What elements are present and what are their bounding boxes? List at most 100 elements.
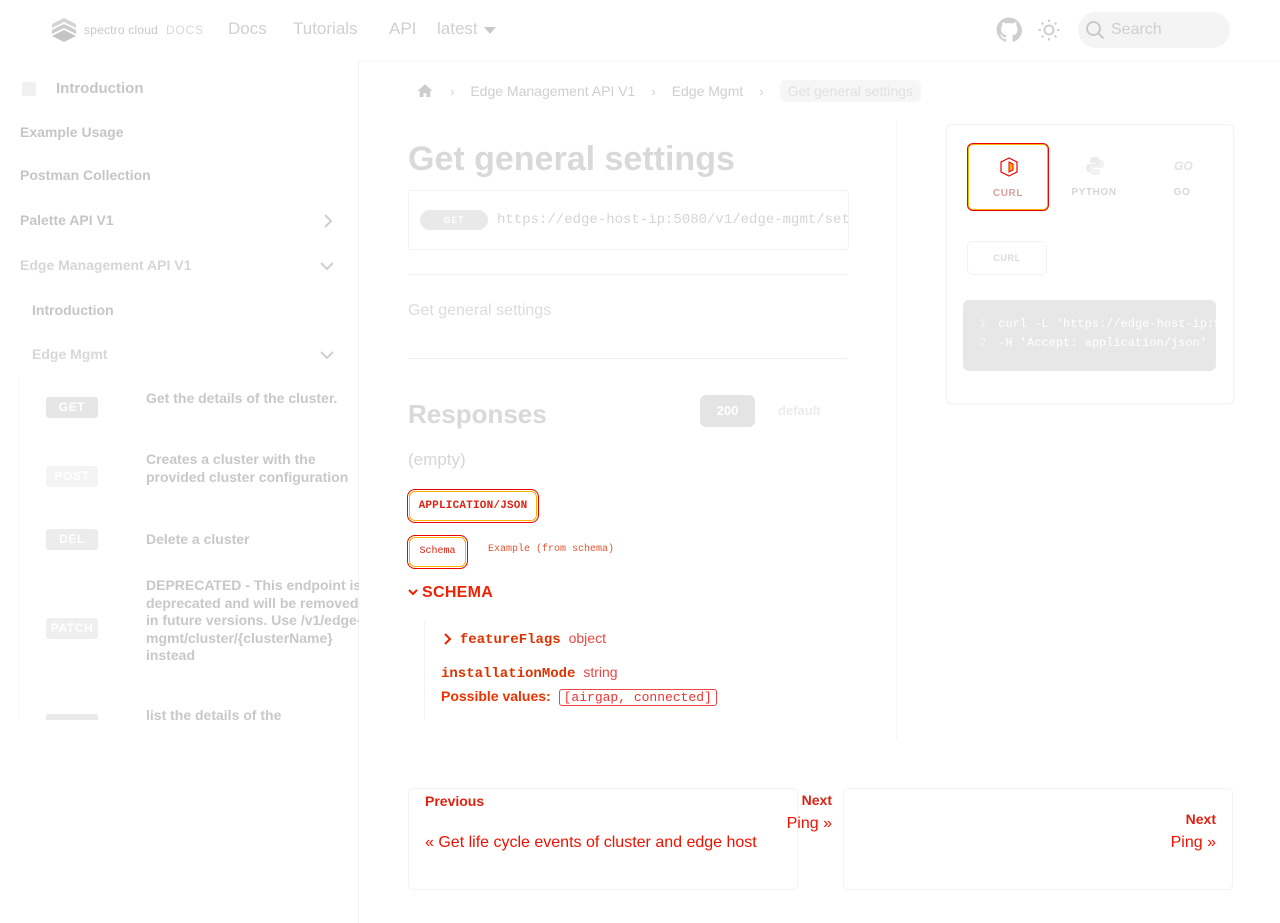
method-badge-del: DEL	[46, 529, 98, 550]
search-placeholder: Search	[1111, 21, 1162, 38]
breadcrumb-item[interactable]: Edge Management API V1	[470, 83, 635, 99]
status-tab-default[interactable]: default	[778, 403, 821, 418]
chevron-right-icon: ›	[651, 83, 656, 99]
pagination-next-title: Ping »	[786, 815, 832, 832]
sub-tab-curl[interactable]: CURL	[967, 241, 1047, 275]
endpoint-list: GET Get the details of the cluster. POST…	[19, 376, 359, 720]
code-line: 2 -H 'Accept: application/json'	[979, 336, 1208, 350]
property-name: featureFlags	[459, 632, 561, 648]
method-badge-get: GET	[420, 210, 488, 230]
python-icon	[1086, 157, 1104, 175]
home-icon[interactable]	[416, 82, 434, 100]
search-input[interactable]: Search	[1078, 12, 1230, 48]
chevron-down-icon[interactable]	[320, 348, 334, 362]
response-empty: (empty)	[408, 450, 466, 469]
chevron-right-icon[interactable]	[321, 214, 335, 228]
sidebar: Introduction Example Usage Postman Colle…	[0, 60, 359, 923]
divider	[408, 358, 847, 359]
sidebar-item-edge-api[interactable]: Edge Management API V1	[20, 257, 191, 273]
example-tab[interactable]: Example (from schema)	[488, 544, 614, 555]
endpoint-label: list the details of the	[146, 707, 282, 720]
endpoint-label: Delete a cluster	[146, 531, 250, 547]
pagination-previous[interactable]: Previous « Get life cycle events of clus…	[408, 788, 798, 890]
code-line: 1curl -L 'https://edge-host-ip:5080/v1/e…	[979, 317, 1216, 331]
go-icon: GO	[1174, 159, 1193, 173]
sidebar-item-postman[interactable]: Postman Collection	[20, 167, 151, 183]
github-icon[interactable]	[996, 17, 1022, 43]
pagination-next-title: Ping »	[1170, 834, 1216, 851]
pagination-previous-title: « Get life cycle events of cluster and e…	[425, 834, 757, 851]
spectro-logo-icon	[52, 18, 76, 42]
version-dropdown[interactable]: latest	[437, 19, 496, 39]
endpoint-url-box[interactable]: GET https://edge-host-ip:5080/v1/edge-mg…	[408, 190, 849, 250]
sidebar-item-example-usage[interactable]: Example Usage	[20, 124, 124, 140]
nav-docs[interactable]: Docs	[228, 19, 267, 39]
breadcrumb-current: Get general settings	[779, 80, 921, 102]
endpoint-label: DEPRECATED - This endpoint is deprecated…	[146, 577, 359, 663]
schema-property[interactable]: featureFlags object	[443, 630, 606, 648]
status-tab-200[interactable]: 200	[700, 395, 755, 427]
schema-body: featureFlags object installationMode str…	[424, 620, 855, 720]
tab-curl[interactable]: CURL	[967, 143, 1049, 211]
search-icon	[1086, 21, 1105, 40]
content-type-tab[interactable]: APPLICATION/JSON	[407, 489, 539, 523]
pagination-next[interactable]: Next Ping »	[843, 788, 1233, 890]
method-badge-post: POST	[46, 466, 98, 487]
sun-icon[interactable]	[1037, 18, 1061, 42]
chevron-down-icon[interactable]	[320, 259, 334, 273]
tab-label: GO	[1173, 187, 1191, 198]
nav-api[interactable]: API	[389, 19, 416, 39]
sidebar-item-edge-intro[interactable]: Introduction	[32, 302, 114, 318]
endpoint-description: Get general settings	[408, 302, 552, 319]
brand-logo[interactable]: spectro cloud DOCS	[48, 16, 204, 44]
column-divider	[896, 120, 897, 740]
svg-text:GO: GO	[1174, 159, 1193, 173]
breadcrumb-item[interactable]: Edge Mgmt	[672, 83, 744, 99]
endpoint-url: https://edge-host-ip:5080/v1/edge-mgmt/s…	[497, 212, 848, 228]
curl-icon	[1000, 157, 1018, 177]
page-title: Get general settings	[408, 140, 735, 178]
possible-values-list: [airgap, connected]	[558, 689, 717, 706]
version-label: latest	[437, 19, 478, 38]
pagination-next-label: Next	[1185, 811, 1216, 827]
schema-label: SCHEMA	[422, 584, 494, 601]
schema-property: installationMode string	[441, 664, 618, 682]
chevron-down-icon	[483, 26, 496, 34]
tab-label: CURL	[992, 188, 1024, 199]
responses-heading: Responses	[408, 399, 547, 429]
tab-go[interactable]: GO GO	[1142, 143, 1222, 209]
brand-docs: DOCS	[165, 23, 204, 37]
possible-values: Possible values: [airgap, connected]	[441, 688, 717, 706]
doc-icon	[22, 82, 36, 96]
property-type: string	[583, 664, 618, 680]
sidebar-item-palette-api[interactable]: Palette API V1	[20, 212, 114, 228]
tab-label: PYTHON	[1071, 187, 1117, 198]
chevron-right-icon	[444, 633, 452, 646]
nav-tutorials[interactable]: Tutorials	[293, 19, 358, 39]
property-type: object	[568, 630, 606, 646]
method-badge-patch: PATCH	[46, 618, 98, 639]
pagination-next-small[interactable]: Next Ping »	[787, 788, 842, 888]
schema-toggle[interactable]: SCHEMA	[408, 584, 493, 602]
pagination-previous-label: Previous	[425, 793, 485, 809]
endpoint-label: Get the details of the cluster.	[146, 390, 338, 406]
tab-python[interactable]: PYTHON	[1054, 143, 1134, 209]
divider	[408, 274, 847, 275]
top-navbar: spectro cloud DOCS Docs Tutorials API la…	[0, 0, 1280, 60]
chevron-right-icon: ›	[759, 83, 764, 99]
possible-values-label: Possible values:	[441, 688, 551, 704]
sidebar-item-introduction[interactable]: Introduction	[56, 80, 143, 97]
endpoint-label: Creates a cluster with the provided clus…	[146, 451, 349, 485]
sidebar-item-edge-mgmt[interactable]: Edge Mgmt	[32, 346, 107, 362]
pagination-next-label: Next	[801, 792, 832, 808]
code-block: 1curl -L 'https://edge-host-ip:5080/v1/e…	[963, 300, 1216, 371]
property-name: installationMode	[441, 666, 576, 682]
breadcrumb: › Edge Management API V1 › Edge Mgmt › G…	[416, 80, 921, 102]
method-badge-get: GET	[46, 397, 98, 418]
method-badge	[46, 714, 98, 720]
chevron-right-icon: ›	[450, 83, 455, 99]
brand-name: spectro cloud	[84, 23, 158, 37]
schema-tab[interactable]: Schema	[407, 535, 468, 569]
chevron-down-icon	[408, 589, 418, 596]
code-sample-panel: CURL PYTHON GO GO CURL 1 curl -L 'https:/…	[946, 124, 1234, 404]
